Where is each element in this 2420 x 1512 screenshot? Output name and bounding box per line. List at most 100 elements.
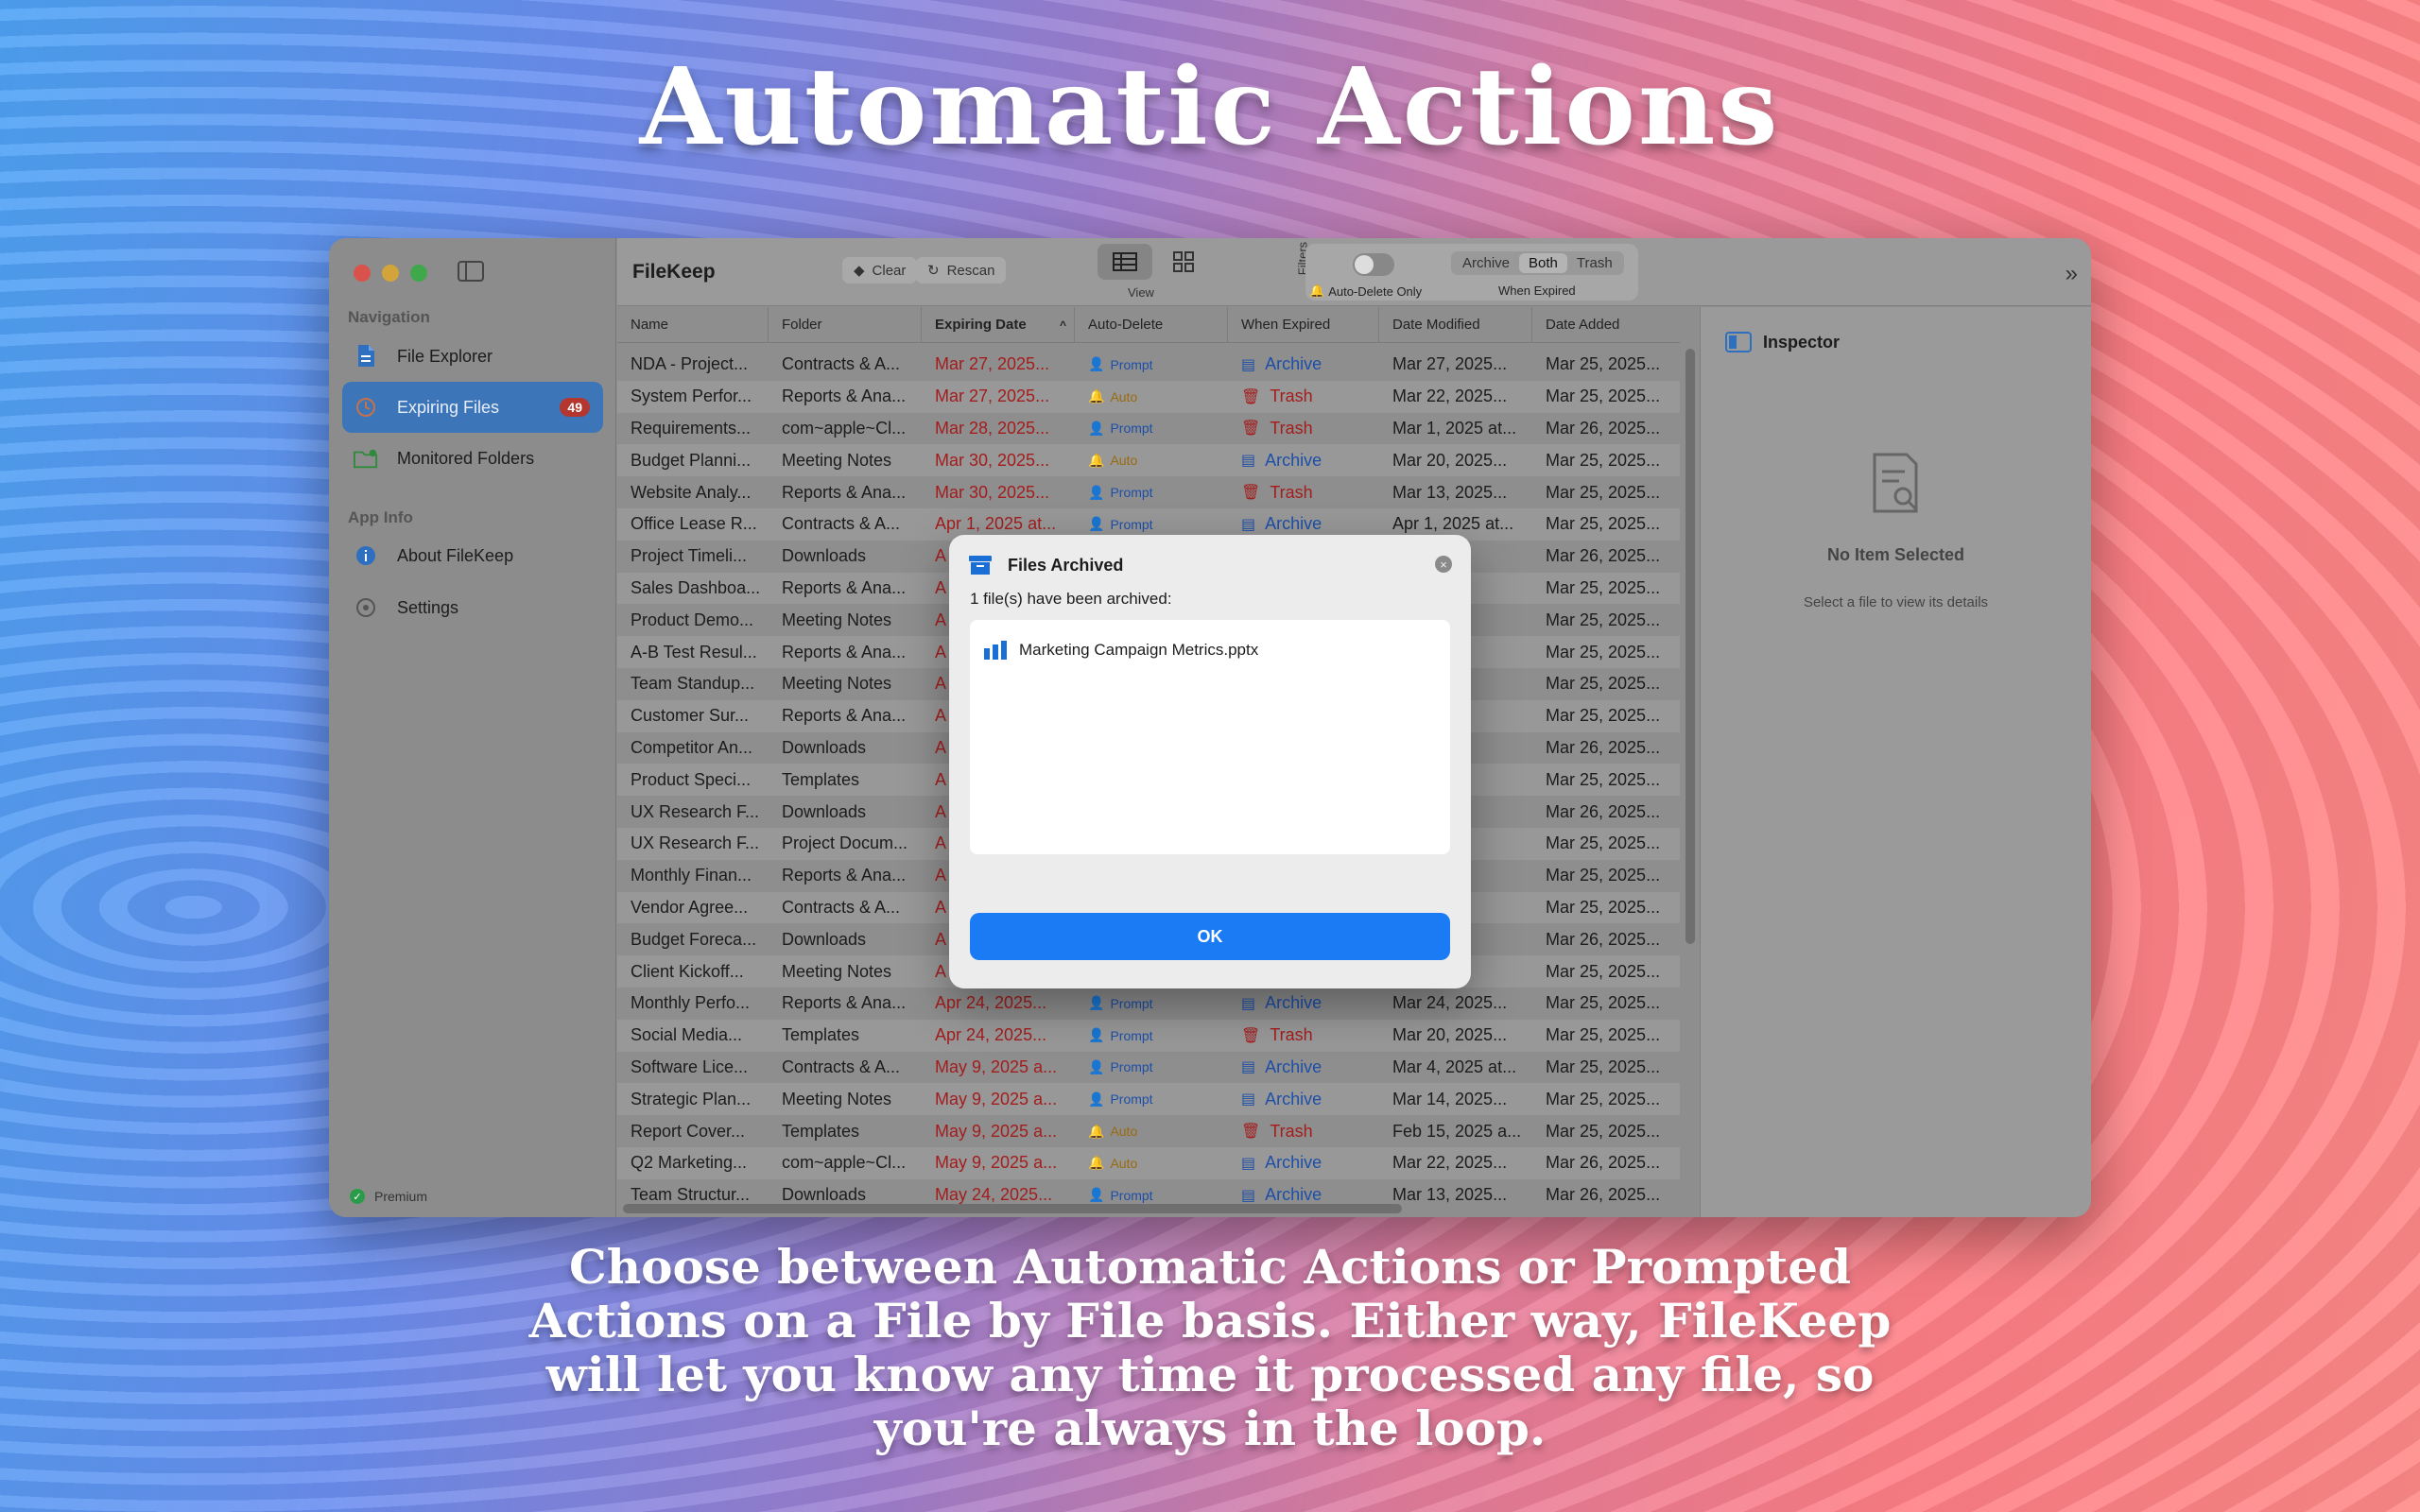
folder-cell: Reports & Ana...	[782, 706, 907, 726]
horizontal-scrollbar[interactable]	[623, 1204, 1402, 1213]
sidebar-item-file-explorer[interactable]: File Explorer	[342, 331, 603, 382]
table-row[interactable]: Report Cover... Templates May 9, 2025 a...…	[617, 1115, 1680, 1147]
dialog-message: 1 file(s) have been archived:	[970, 590, 1172, 608]
close-icon[interactable]: ×	[1435, 556, 1452, 573]
grid-view-button[interactable]	[1156, 244, 1211, 280]
when-expired-label: Archive	[1265, 993, 1322, 1013]
expiring-date-cell: May 9, 2025 a...	[935, 1089, 1058, 1108]
folder-cell: Reports & Ana...	[782, 866, 907, 885]
hero-subtitle: Choose between Automatic Actions or Prom…	[528, 1239, 1892, 1456]
folder-cell: Contracts & A...	[782, 514, 901, 534]
table-row[interactable]: Social Media... Templates Apr 24, 2025... 👤…	[617, 1019, 1680, 1052]
table-row[interactable]: Budget Planni... Meeting Notes Mar 30, 202…	[617, 444, 1680, 477]
table-row[interactable]: Strategic Plan... Meeting Notes May 9, 202…	[617, 1083, 1680, 1116]
folder-cell: Templates	[782, 1025, 860, 1045]
chevron-double-right-icon[interactable]: »	[2066, 261, 2078, 287]
expiring-date-cell: Apr 24, 2025...	[935, 993, 1047, 1013]
column-header-date-modified[interactable]: Date Modified	[1379, 307, 1532, 342]
table-view-button[interactable]	[1098, 244, 1152, 280]
expiring-date-cell: May 9, 2025 a...	[935, 1057, 1058, 1076]
when-expired-label: Trash	[1270, 1025, 1313, 1045]
segment-both[interactable]: Both	[1519, 253, 1567, 273]
folder-cell: Reports & Ana...	[782, 387, 907, 406]
when-expired-label: Trash	[1270, 482, 1313, 502]
table-row[interactable]: System Perfor... Reports & Ana... Mar 27, …	[617, 380, 1680, 413]
minimize-window-button[interactable]	[382, 265, 399, 282]
segment-trash[interactable]: Trash	[1567, 253, 1622, 273]
sidebar-item-monitored-folders[interactable]: Monitored Folders	[342, 433, 603, 484]
auto-delete-badge: 🔔 Auto	[1088, 1124, 1228, 1140]
folder-cell: Contracts & A...	[782, 897, 901, 917]
list-item[interactable]: Marketing Campaign Metrics.pptx	[983, 641, 1258, 660]
name-cell: UX Research F...	[631, 833, 760, 853]
table-row[interactable]: NDA - Project... Contracts & A... Mar 27, …	[617, 349, 1680, 381]
ok-button[interactable]: OK	[970, 913, 1450, 960]
when-expired-action: ▤ Archive	[1241, 1090, 1379, 1109]
date-added-cell: Mar 25, 2025...	[1546, 482, 1661, 502]
when-expired-action: 🗑 Trash	[1241, 483, 1379, 503]
dialog-title: Files Archived	[1008, 555, 1124, 575]
column-header-name[interactable]: Name	[617, 307, 769, 342]
folder-cell: Contracts & A...	[782, 354, 901, 374]
sidebar-item-expiring-files[interactable]: Expiring Files 49	[342, 382, 603, 433]
person-icon: 👤	[1088, 420, 1105, 436]
close-window-button[interactable]	[354, 265, 371, 282]
clear-button[interactable]: ◆ Clear	[842, 257, 918, 284]
table-row[interactable]: Requirements... com~apple~Cl... Mar 28, 20…	[617, 413, 1680, 445]
when-expired-action: ▤ Archive	[1241, 451, 1379, 471]
folder-cell: Downloads	[782, 1185, 867, 1205]
table-row[interactable]: Software Lice... Contracts & A... May 9, 2…	[617, 1052, 1680, 1084]
auto-delete-label: Prompt	[1110, 995, 1153, 1011]
auto-delete-badge: 👤 Prompt	[1088, 485, 1228, 501]
when-expired-cell: ▤ Archive	[1228, 1185, 1379, 1205]
rescan-button[interactable]: ↻ Rescan	[916, 257, 1007, 284]
folder-cell: com~apple~Cl...	[782, 1153, 907, 1173]
sidebar-toggle-icon[interactable]	[458, 261, 484, 282]
vertical-scrollbar[interactable]	[1685, 349, 1695, 944]
table-row[interactable]: Monthly Perfo... Reports & Ana... Apr 24, …	[617, 988, 1680, 1020]
expiring-date-cell: Mar 30, 2025...	[935, 482, 1050, 502]
person-icon: 👤	[1088, 356, 1105, 372]
table-row[interactable]: Website Analy... Reports & Ana... Mar 30, …	[617, 476, 1680, 508]
segment-archive[interactable]: Archive	[1453, 253, 1519, 273]
name-cell: Strategic Plan...	[631, 1089, 752, 1108]
rescan-label: Rescan	[946, 262, 995, 279]
zoom-window-button[interactable]	[410, 265, 427, 282]
date-modified-cell: Mar 13, 2025...	[1392, 1185, 1508, 1205]
name-cell: Report Cover...	[631, 1121, 746, 1141]
sidebar-item-about[interactable]: About FileKeep	[342, 530, 603, 581]
date-added-cell: Mar 25, 2025...	[1546, 866, 1661, 885]
inspector-empty-hint: Select a file to view its details	[1803, 594, 1989, 610]
when-expired-action: 🗑 Trash	[1241, 1122, 1379, 1142]
person-icon: 👤	[1088, 995, 1105, 1011]
when-expired-action: 🗑 Trash	[1241, 419, 1379, 438]
auto-delete-toggle[interactable]	[1353, 253, 1394, 276]
name-cell: Customer Sur...	[631, 706, 750, 726]
date-added-cell: Mar 26, 2025...	[1546, 929, 1661, 949]
folder-cell: Reports & Ana...	[782, 993, 907, 1013]
table-row[interactable]: Q2 Marketing... com~apple~Cl... May 9, 202…	[617, 1146, 1680, 1179]
date-modified-cell: Mar 13, 2025...	[1392, 482, 1508, 502]
date-modified-cell: Mar 22, 2025...	[1392, 1153, 1508, 1173]
sidebar-item-settings[interactable]: Settings	[342, 582, 603, 633]
auto-delete-cell: 👤 Prompt	[1075, 1187, 1228, 1203]
when-expired-cell: ▤ Archive	[1228, 1090, 1379, 1109]
refresh-icon: ↻	[927, 263, 940, 279]
column-header-date-added[interactable]: Date Added	[1532, 307, 1680, 342]
folder-cell: Templates	[782, 769, 860, 789]
folder-add-icon	[354, 446, 378, 471]
column-header-when-expired[interactable]: When Expired	[1228, 307, 1379, 342]
premium-status: ✓ Premium	[350, 1189, 427, 1204]
column-header-expiring-date[interactable]: Expiring Date ^	[922, 307, 1075, 342]
nav-section-title: Navigation	[348, 308, 430, 326]
column-header-auto-delete[interactable]: Auto-Delete	[1075, 307, 1228, 342]
name-cell: Website Analy...	[631, 482, 752, 502]
sidebar-item-label: About FileKeep	[397, 545, 514, 565]
column-header-folder[interactable]: Folder	[769, 307, 922, 342]
inspector-empty-title: No Item Selected	[1826, 545, 1965, 564]
sidebar-item-label: Monitored Folders	[397, 448, 535, 468]
date-added-cell: Mar 26, 2025...	[1546, 737, 1661, 757]
when-expired-label: Archive	[1265, 450, 1322, 470]
auto-delete-badge: 👤 Prompt	[1088, 995, 1228, 1011]
when-expired-label: Trash	[1270, 1121, 1313, 1141]
